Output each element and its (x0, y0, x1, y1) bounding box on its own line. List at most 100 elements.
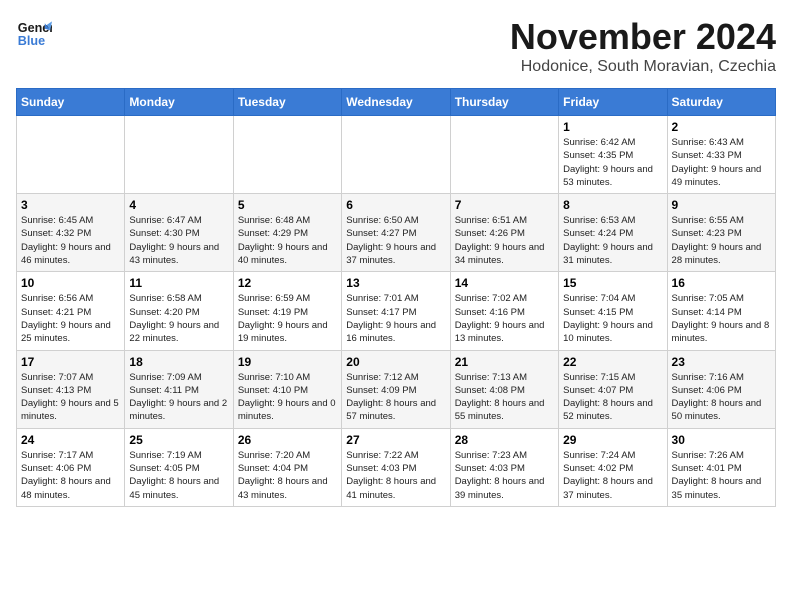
calendar-cell: 20 Sunrise: 7:12 AMSunset: 4:09 PMDayligh… (342, 350, 450, 428)
calendar-cell: 16 Sunrise: 7:05 AMSunset: 4:14 PMDayligh… (667, 272, 775, 350)
week-row-4: 17 Sunrise: 7:07 AMSunset: 4:13 PMDayligh… (17, 350, 776, 428)
day-number: 10 (21, 276, 120, 290)
week-row-2: 3 Sunrise: 6:45 AMSunset: 4:32 PMDaylight… (17, 194, 776, 272)
calendar-cell: 8 Sunrise: 6:53 AMSunset: 4:24 PMDaylight… (559, 194, 667, 272)
day-info: Sunrise: 6:42 AMSunset: 4:35 PMDaylight:… (563, 136, 662, 189)
day-info: Sunrise: 7:07 AMSunset: 4:13 PMDaylight:… (21, 371, 120, 424)
day-info: Sunrise: 6:55 AMSunset: 4:23 PMDaylight:… (672, 214, 771, 267)
calendar-cell: 4Sunrise: 6:47 AMSunset: 4:30 PMDaylight… (125, 194, 233, 272)
calendar-cell: 14Sunrise: 7:02 AMSunset: 4:16 PMDayligh… (450, 272, 558, 350)
day-info: Sunrise: 6:45 AMSunset: 4:32 PMDaylight:… (21, 214, 120, 267)
calendar-cell: 2 Sunrise: 6:43 AMSunset: 4:33 PMDaylight… (667, 116, 775, 194)
calendar-cell: 17 Sunrise: 7:07 AMSunset: 4:13 PMDayligh… (17, 350, 125, 428)
day-number: 23 (672, 355, 771, 369)
day-number: 19 (238, 355, 337, 369)
day-info: Sunrise: 7:09 AMSunset: 4:11 PMDaylight:… (129, 371, 228, 424)
week-row-5: 24 Sunrise: 7:17 AMSunset: 4:06 PMDayligh… (17, 428, 776, 506)
svg-text:Blue: Blue (18, 34, 45, 48)
day-number: 2 (672, 120, 771, 134)
day-info: Sunrise: 6:53 AMSunset: 4:24 PMDaylight:… (563, 214, 662, 267)
calendar-cell: 15 Sunrise: 7:04 AMSunset: 4:15 PMDayligh… (559, 272, 667, 350)
calendar-cell: 5 Sunrise: 6:48 AMSunset: 4:29 PMDaylight… (233, 194, 341, 272)
calendar-cell: 13 Sunrise: 7:01 AMSunset: 4:17 PMDayligh… (342, 272, 450, 350)
calendar-cell: 28Sunrise: 7:23 AMSunset: 4:03 PMDayligh… (450, 428, 558, 506)
calendar-cell: 12Sunrise: 6:59 AMSunset: 4:19 PMDayligh… (233, 272, 341, 350)
day-number: 17 (21, 355, 120, 369)
day-header-monday: Monday (125, 89, 233, 116)
day-number: 28 (455, 433, 554, 447)
calendar-cell: 7 Sunrise: 6:51 AMSunset: 4:26 PMDaylight… (450, 194, 558, 272)
day-info: Sunrise: 7:20 AMSunset: 4:04 PMDaylight:… (238, 449, 337, 502)
day-info: Sunrise: 6:58 AMSunset: 4:20 PMDaylight:… (129, 292, 228, 345)
calendar-table: SundayMondayTuesdayWednesdayThursdayFrid… (16, 88, 776, 507)
calendar-cell: 1 Sunrise: 6:42 AMSunset: 4:35 PMDaylight… (559, 116, 667, 194)
day-number: 7 (455, 198, 554, 212)
day-number: 3 (21, 198, 120, 212)
day-number: 1 (563, 120, 662, 134)
calendar-cell: 23 Sunrise: 7:16 AMSunset: 4:06 PMDayligh… (667, 350, 775, 428)
day-number: 15 (563, 276, 662, 290)
day-header-tuesday: Tuesday (233, 89, 341, 116)
day-info: Sunrise: 7:24 AMSunset: 4:02 PMDaylight:… (563, 449, 662, 502)
day-info: Sunrise: 6:51 AMSunset: 4:26 PMDaylight:… (455, 214, 554, 267)
calendar-cell: 11Sunrise: 6:58 AMSunset: 4:20 PMDayligh… (125, 272, 233, 350)
calendar-cell: 18 Sunrise: 7:09 AMSunset: 4:11 PMDayligh… (125, 350, 233, 428)
day-info: Sunrise: 7:15 AMSunset: 4:07 PMDaylight:… (563, 371, 662, 424)
week-row-3: 10 Sunrise: 6:56 AMSunset: 4:21 PMDayligh… (17, 272, 776, 350)
day-number: 24 (21, 433, 120, 447)
day-info: Sunrise: 6:56 AMSunset: 4:21 PMDaylight:… (21, 292, 120, 345)
day-number: 22 (563, 355, 662, 369)
day-number: 9 (672, 198, 771, 212)
day-number: 16 (672, 276, 771, 290)
title-area: November 2024 Hodonice, South Moravian, … (510, 16, 776, 76)
day-info: Sunrise: 7:13 AMSunset: 4:08 PMDaylight:… (455, 371, 554, 424)
day-number: 8 (563, 198, 662, 212)
logo: General Blue (16, 16, 52, 52)
day-info: Sunrise: 7:05 AMSunset: 4:14 PMDaylight:… (672, 292, 771, 345)
day-number: 30 (672, 433, 771, 447)
logo-icon: General Blue (16, 16, 52, 52)
calendar-cell (450, 116, 558, 194)
calendar-cell: 24 Sunrise: 7:17 AMSunset: 4:06 PMDayligh… (17, 428, 125, 506)
day-number: 26 (238, 433, 337, 447)
day-info: Sunrise: 7:16 AMSunset: 4:06 PMDaylight:… (672, 371, 771, 424)
day-header-wednesday: Wednesday (342, 89, 450, 116)
calendar-subtitle: Hodonice, South Moravian, Czechia (510, 58, 776, 76)
day-header-sunday: Sunday (17, 89, 125, 116)
day-info: Sunrise: 6:43 AMSunset: 4:33 PMDaylight:… (672, 136, 771, 189)
day-number: 5 (238, 198, 337, 212)
day-info: Sunrise: 7:04 AMSunset: 4:15 PMDaylight:… (563, 292, 662, 345)
day-info: Sunrise: 7:01 AMSunset: 4:17 PMDaylight:… (346, 292, 445, 345)
calendar-cell: 27Sunrise: 7:22 AMSunset: 4:03 PMDayligh… (342, 428, 450, 506)
calendar-cell (17, 116, 125, 194)
calendar-cell: 22 Sunrise: 7:15 AMSunset: 4:07 PMDayligh… (559, 350, 667, 428)
day-number: 13 (346, 276, 445, 290)
calendar-cell: 6Sunrise: 6:50 AMSunset: 4:27 PMDaylight… (342, 194, 450, 272)
day-number: 6 (346, 198, 445, 212)
day-info: Sunrise: 7:17 AMSunset: 4:06 PMDaylight:… (21, 449, 120, 502)
day-number: 29 (563, 433, 662, 447)
day-number: 12 (238, 276, 337, 290)
day-number: 21 (455, 355, 554, 369)
calendar-cell (342, 116, 450, 194)
calendar-cell: 29 Sunrise: 7:24 AMSunset: 4:02 PMDayligh… (559, 428, 667, 506)
calendar-cell (125, 116, 233, 194)
day-header-saturday: Saturday (667, 89, 775, 116)
calendar-cell: 10 Sunrise: 6:56 AMSunset: 4:21 PMDayligh… (17, 272, 125, 350)
calendar-cell: 9 Sunrise: 6:55 AMSunset: 4:23 PMDaylight… (667, 194, 775, 272)
day-number: 18 (129, 355, 228, 369)
calendar-cell: 26 Sunrise: 7:20 AMSunset: 4:04 PMDayligh… (233, 428, 341, 506)
day-number: 20 (346, 355, 445, 369)
header: General Blue November 2024 Hodonice, Sou… (16, 16, 776, 76)
day-number: 27 (346, 433, 445, 447)
day-info: Sunrise: 7:12 AMSunset: 4:09 PMDaylight:… (346, 371, 445, 424)
calendar-cell: 30Sunrise: 7:26 AMSunset: 4:01 PMDayligh… (667, 428, 775, 506)
day-header-friday: Friday (559, 89, 667, 116)
week-row-1: 1 Sunrise: 6:42 AMSunset: 4:35 PMDaylight… (17, 116, 776, 194)
calendar-title: November 2024 (510, 16, 776, 58)
day-number: 4 (129, 198, 228, 212)
day-number: 14 (455, 276, 554, 290)
day-info: Sunrise: 6:48 AMSunset: 4:29 PMDaylight:… (238, 214, 337, 267)
calendar-cell: 21 Sunrise: 7:13 AMSunset: 4:08 PMDayligh… (450, 350, 558, 428)
calendar-cell: 19Sunrise: 7:10 AMSunset: 4:10 PMDayligh… (233, 350, 341, 428)
